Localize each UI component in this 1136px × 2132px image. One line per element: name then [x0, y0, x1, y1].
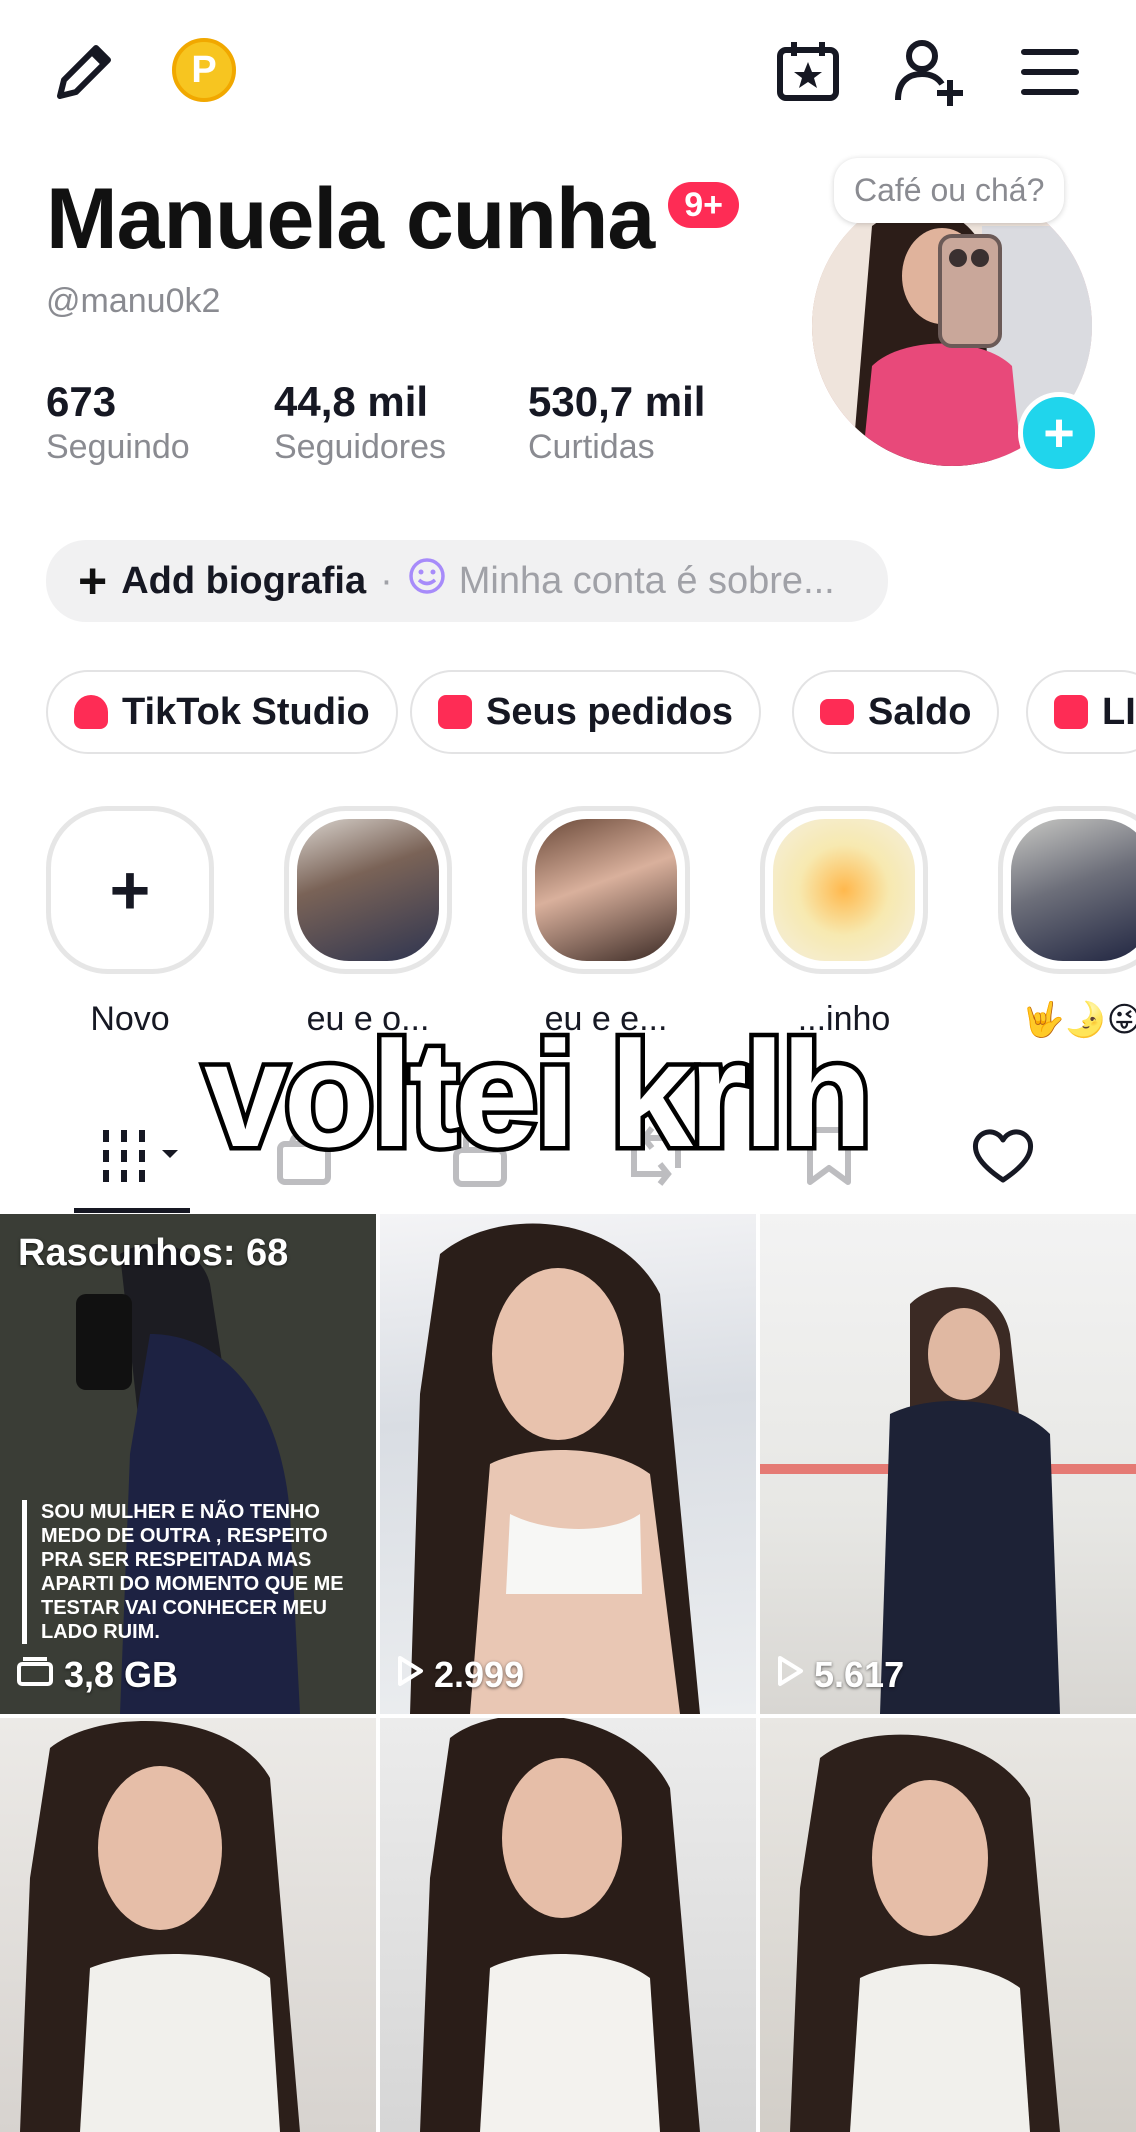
- tile-meta: 3,8 GB: [16, 1654, 178, 1696]
- play-icon: [396, 1654, 424, 1696]
- highlight-item[interactable]: [522, 806, 690, 974]
- chip-label: TikTok Studio: [122, 690, 370, 733]
- drafts-tile[interactable]: Rascunhos: 68 SOU MULHER E NÃO TENHO MED…: [0, 1214, 376, 1714]
- live-icon: [1054, 695, 1088, 729]
- wallet-icon: [820, 699, 854, 725]
- video-tile[interactable]: 2.999: [380, 1214, 756, 1714]
- chip-label: Saldo: [868, 690, 972, 733]
- add-bio-label: Add biografia: [121, 559, 367, 602]
- storage-icon: [16, 1654, 54, 1696]
- video-tile[interactable]: [380, 1718, 756, 2132]
- studio-icon: [74, 695, 108, 729]
- tile-meta: 2.999: [396, 1654, 524, 1696]
- bio-placeholder: Minha conta é sobre...: [458, 559, 835, 602]
- videos-grid-icon[interactable]: [98, 1124, 188, 1193]
- coin-icon[interactable]: P: [172, 38, 236, 102]
- play-icon: [776, 1654, 804, 1696]
- add-friend-icon[interactable]: [892, 34, 968, 110]
- stat-followers[interactable]: 44,8 mil Seguidores: [274, 378, 446, 467]
- bio-bar[interactable]: + Add biografia · Minha conta é sobre...: [46, 540, 888, 622]
- chip-live[interactable]: LIV: [1026, 670, 1136, 754]
- menu-icon[interactable]: [1020, 44, 1080, 100]
- avatar-note-bubble[interactable]: Café ou chá?: [834, 158, 1065, 223]
- overlay-caption: voltei krlh: [200, 1006, 878, 1183]
- stat-likes[interactable]: 530,7 mil Curtidas: [528, 378, 705, 467]
- liked-heart-icon[interactable]: [970, 1126, 1036, 1191]
- profile-title-row: Manuela cunha 9+: [46, 176, 739, 262]
- highlight-item[interactable]: [284, 806, 452, 974]
- profile-handle: @manu0k2: [46, 282, 221, 320]
- active-tab-indicator: [74, 1208, 190, 1213]
- profile-name: Manuela cunha: [46, 171, 655, 267]
- plus-icon: +: [78, 553, 108, 609]
- view-count: 5.617: [814, 1654, 905, 1695]
- edit-pencil-icon[interactable]: [48, 36, 120, 108]
- stat-value: 673: [46, 378, 117, 425]
- highlight-item[interactable]: [998, 806, 1136, 974]
- tile-meta: 5.617: [776, 1654, 904, 1696]
- bag-icon: [438, 695, 472, 729]
- chip-balance[interactable]: Saldo: [792, 670, 1000, 754]
- stat-value: 530,7 mil: [528, 378, 706, 425]
- bio-separator: ·: [380, 559, 393, 602]
- stat-label: Curtidas: [528, 428, 655, 466]
- drafts-count: Rascunhos: 68: [18, 1232, 289, 1274]
- chip-label: LIV: [1102, 690, 1136, 733]
- stat-label: Seguindo: [46, 428, 190, 466]
- notification-badge[interactable]: 9+: [668, 182, 739, 228]
- stat-value: 44,8 mil: [274, 378, 429, 425]
- video-tile[interactable]: 5.617: [760, 1214, 1136, 1714]
- highlight-label: 🤟🌛😜: [1021, 1001, 1136, 1039]
- chip-orders[interactable]: Seus pedidos: [410, 670, 762, 754]
- view-count: 2.999: [434, 1654, 525, 1695]
- highlight-item[interactable]: [760, 806, 928, 974]
- video-tile[interactable]: [760, 1718, 1136, 2132]
- stat-following[interactable]: 673 Seguindo: [46, 378, 190, 467]
- plus-icon: +: [109, 851, 151, 929]
- chip-tiktok-studio[interactable]: TikTok Studio: [46, 670, 398, 754]
- chip-label: Seus pedidos: [486, 690, 734, 733]
- tile-meta-value: 3,8 GB: [64, 1654, 179, 1695]
- video-tile[interactable]: [0, 1718, 376, 2132]
- add-avatar-button[interactable]: +: [1018, 392, 1100, 474]
- calendar-star-icon[interactable]: [772, 36, 844, 108]
- highlight-new[interactable]: +: [46, 806, 214, 974]
- smiley-icon: [407, 556, 447, 606]
- stat-label: Seguidores: [274, 428, 447, 466]
- draft-caption: SOU MULHER E NÃO TENHO MEDO DE OUTRA , R…: [22, 1500, 361, 1644]
